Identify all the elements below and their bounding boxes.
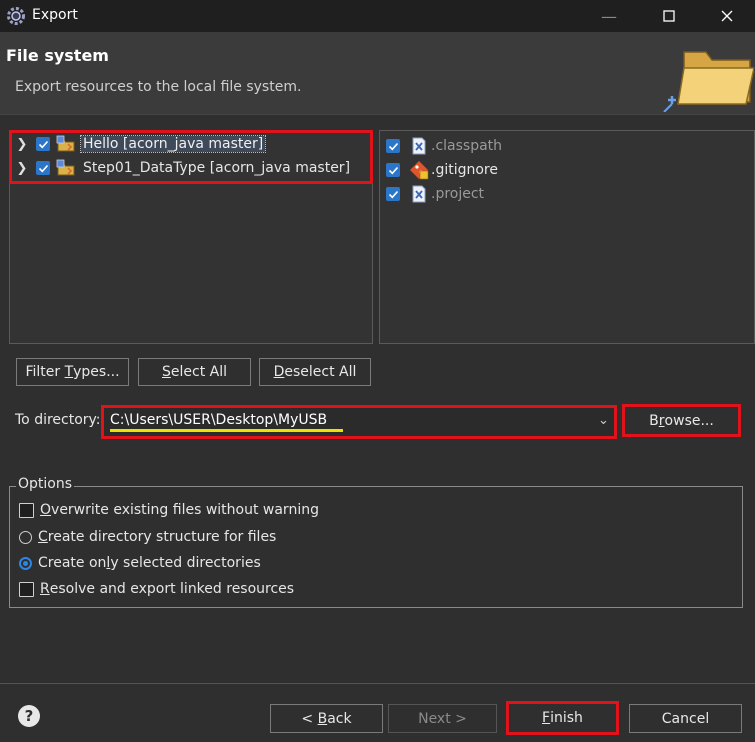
directory-input[interactable]: C:\Users\USER\Desktop\MyUSB (110, 412, 327, 428)
checkbox[interactable] (19, 502, 34, 518)
mnemonic: S (162, 364, 171, 380)
eclipse-gear-icon (7, 7, 25, 25)
header-divider (0, 114, 755, 115)
git-file-icon (410, 161, 429, 180)
chevron-right-icon[interactable]: ❯ (16, 137, 28, 152)
window-title: Export (32, 7, 78, 23)
to-directory-label: To directory: (15, 412, 101, 428)
button-label: ypes... (73, 364, 120, 380)
next-button[interactable]: Next > (388, 704, 497, 733)
back-button[interactable]: < Back (270, 704, 383, 733)
option-label: verwrite existing files without warning (51, 502, 319, 518)
file-label: .project (431, 186, 485, 202)
option-label: y selected directories (110, 555, 261, 571)
checkbox[interactable] (36, 161, 50, 175)
deselect-all-button[interactable]: Deselect All (259, 358, 371, 386)
xml-file-icon (412, 185, 426, 203)
create-structure-radio[interactable]: Create directory structure for files (19, 529, 276, 545)
browse-button[interactable]: Br owse... (622, 404, 741, 437)
button-label: eselect All (284, 364, 357, 380)
button-label: owse... (664, 412, 714, 429)
footer-divider (0, 683, 755, 684)
button-label: elect All (170, 364, 227, 380)
title-bar (0, 0, 755, 32)
svg-text:?: ? (25, 707, 34, 725)
xml-file-icon (412, 137, 426, 155)
wizard-header (0, 32, 755, 114)
option-label: esolve and export linked resources (49, 581, 295, 597)
select-all-button[interactable]: Select All (138, 358, 251, 386)
help-icon[interactable]: ? (17, 704, 41, 728)
file-item-gitignore[interactable]: .gitignore (386, 159, 498, 181)
mnemonic: O (40, 502, 52, 518)
mnemonic: R (40, 581, 50, 597)
checkbox[interactable] (386, 139, 400, 153)
close-icon[interactable] (703, 0, 751, 32)
linked-resources-checkbox[interactable]: Resolve and export linked resources (19, 581, 294, 597)
checkbox[interactable] (19, 581, 34, 597)
maximize-icon[interactable] (645, 0, 693, 32)
mnemonic: C (38, 529, 48, 545)
button-label: Next > (418, 710, 467, 727)
cancel-button[interactable]: Cancel (629, 704, 742, 733)
option-label: reate directory structure for files (47, 529, 277, 545)
tree-item-step01[interactable]: ❯ Step01_DataType [acorn_java master] (16, 157, 352, 179)
project-folder-icon (56, 159, 75, 176)
filter-types-button[interactable]: Filter Types... (16, 358, 129, 386)
page-title: File system (6, 46, 109, 65)
checkbox[interactable] (386, 187, 400, 201)
file-label: .gitignore (431, 162, 498, 178)
button-label: inish (550, 710, 583, 726)
button-label: Cancel (661, 710, 710, 727)
page-description: Export resources to the local file syste… (15, 79, 302, 95)
file-label: .classpath (431, 138, 503, 154)
radio-button[interactable] (19, 530, 32, 544)
overwrite-checkbox[interactable]: Overwrite existing files without warning (19, 502, 319, 518)
finish-button[interactable]: Finish (506, 701, 619, 735)
file-item-classpath[interactable]: .classpath (386, 135, 502, 157)
project-folder-icon (56, 135, 75, 152)
button-label: Filter (25, 364, 65, 380)
tree-item-label: Step01_DataType [acorn_java master] (83, 160, 351, 176)
tree-item-hello[interactable]: ❯ Hello [acorn_java master] (16, 133, 267, 155)
button-label: B (649, 412, 659, 429)
tree-item-label: Hello [acorn_java master] (79, 135, 267, 153)
mnemonic: F (542, 710, 551, 726)
file-item-project[interactable]: .project (386, 183, 484, 205)
yellow-underline (110, 429, 343, 432)
button-label: ack (327, 710, 352, 727)
minimize-icon[interactable]: — (585, 0, 633, 32)
option-label: Create on (38, 555, 107, 571)
button-label: < (301, 710, 318, 727)
checkbox[interactable] (386, 163, 400, 177)
export-folder-icon (663, 51, 754, 112)
chevron-right-icon[interactable]: ❯ (16, 161, 28, 176)
mnemonic: B (317, 710, 328, 727)
options-legend: Options (16, 476, 75, 492)
create-selected-radio[interactable]: Create on l y selected directories (19, 555, 261, 571)
radio-button-selected[interactable] (19, 556, 32, 570)
checkbox[interactable] (36, 137, 50, 151)
chevron-down-icon[interactable]: ⌄ (598, 413, 609, 428)
mnemonic: T (64, 364, 74, 380)
mnemonic: D (273, 364, 285, 380)
